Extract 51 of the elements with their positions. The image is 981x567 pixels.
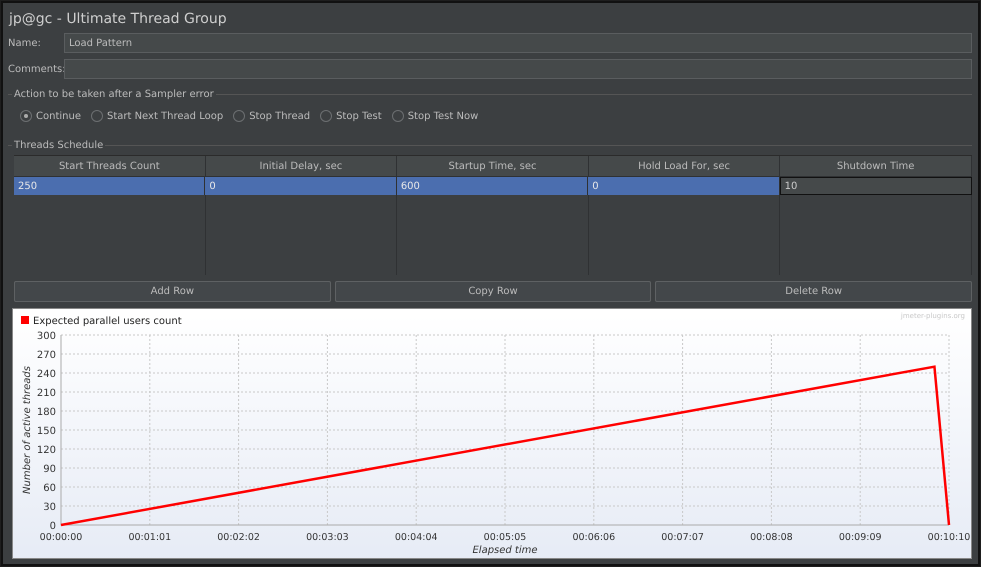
axis-title: Number of active threads: [22, 366, 33, 494]
table-cell: 0: [588, 177, 780, 195]
tick-label: 00:01:01: [128, 532, 172, 543]
tick-label: 00:08:08: [750, 532, 793, 543]
table-cell: 250: [14, 177, 206, 195]
radio-button[interactable]: Stop Thread: [233, 110, 310, 122]
window-title: jp@gc - Ultimate Thread Group: [8, 10, 228, 29]
tick-label: 180: [36, 407, 56, 418]
tick-label: 00:00:00: [40, 532, 82, 543]
legend-label: Expected parallel users count: [33, 316, 182, 327]
action-button[interactable]: Copy Row: [334, 281, 652, 302]
column-header[interactable]: Startup Time, sec: [397, 156, 589, 177]
field-label: Name:: [8, 38, 42, 48]
tick-label: 270: [36, 350, 56, 361]
tick-label: 00:02:02: [217, 532, 260, 543]
tick-label: 150: [36, 426, 56, 437]
radio-button[interactable]: Continue: [20, 110, 81, 122]
tick-label: 00:09:09: [838, 532, 882, 543]
tick-label: 0: [50, 521, 56, 532]
group-legend: Action to be taken after a Sampler error: [14, 89, 214, 100]
tick-label: 00:03:03: [306, 532, 349, 543]
tick-label: 60: [43, 483, 56, 494]
table-cell: 0: [205, 177, 397, 195]
tick-label: 120: [36, 445, 56, 456]
legend-swatch: [21, 316, 29, 324]
tick-label: 300: [36, 331, 56, 342]
tick-label: 00:07:07: [661, 532, 704, 543]
tick-label: 90: [43, 464, 56, 475]
column-header[interactable]: Start Threads Count: [14, 156, 206, 177]
comments-field[interactable]: [64, 59, 972, 79]
action-button[interactable]: Add Row: [14, 281, 331, 302]
radio-button[interactable]: Stop Test: [320, 110, 382, 122]
action-button[interactable]: Delete Row: [655, 281, 972, 302]
column-header[interactable]: Shutdown Time: [780, 156, 972, 177]
tick-label: 00:06:06: [572, 532, 616, 543]
table-cell: 600: [396, 177, 588, 195]
tick-label: 00:10:10: [928, 532, 970, 543]
tick-label: 00:04:04: [394, 532, 438, 543]
radio-button[interactable]: Stop Test Now: [392, 110, 478, 122]
name-field[interactable]: Load Pattern: [64, 33, 972, 53]
group-legend: Threads Schedule: [14, 140, 104, 151]
column-header[interactable]: Initial Delay, sec: [206, 156, 398, 177]
field-label: Comments:: [8, 64, 64, 74]
tick-label: 00:05:05: [484, 532, 526, 543]
tick-label: 30: [43, 502, 56, 513]
radio-button[interactable]: Start Next Thread Loop: [90, 110, 224, 122]
tick-label: 210: [36, 388, 56, 399]
axis-title: Elapsed time: [472, 545, 538, 556]
tick-label: 240: [36, 369, 56, 380]
column-header[interactable]: Hold Load For, sec: [588, 156, 780, 177]
cell-editor[interactable]: 10: [780, 177, 972, 195]
